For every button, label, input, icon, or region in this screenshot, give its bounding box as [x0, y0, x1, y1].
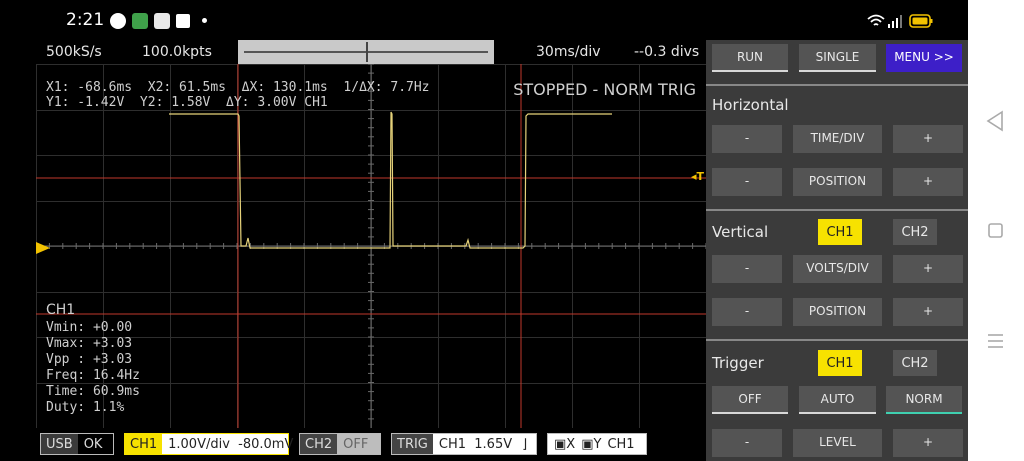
points: 100.0kpts [142, 44, 212, 60]
position-slider[interactable] [238, 40, 494, 64]
status-bar: 2:21 [36, 0, 968, 40]
level-button[interactable]: LEVEL [793, 429, 882, 457]
xy-channel: CH1 [607, 436, 635, 452]
meas-time: Time: 60.9ms [46, 384, 140, 399]
trigger-off-button[interactable]: OFF [712, 386, 788, 414]
time-div-minus-button[interactable]: - [712, 125, 782, 153]
control-panel: RUN SINGLE MENU >> Horizontal - TIME/DIV… [706, 40, 968, 461]
navigation-bar [968, 0, 1024, 461]
scope-screen[interactable]: X1: -68.6ms X2: 61.5ms ΔX: 130.1ms 1/ΔX:… [36, 64, 706, 428]
cursor-x-line: X1: -68.6ms X2: 61.5ms ΔX: 130.1ms 1/ΔX:… [46, 80, 430, 95]
single-button[interactable]: SINGLE [799, 44, 876, 72]
level-minus-button[interactable]: - [712, 429, 782, 457]
trig-status[interactable]: TRIG CH1 1.65V ⌋ [391, 433, 537, 455]
xy-status[interactable]: ▣X ▣Y CH1 [547, 433, 647, 455]
h-position-minus-button[interactable]: - [712, 168, 782, 196]
messenger-icon [110, 13, 126, 29]
acquisition-status: STOPPED - NORM TRIG [513, 80, 696, 99]
trigger-title: Trigger [712, 354, 764, 372]
ch1-tag: CH1 [125, 434, 163, 454]
trigger-auto-button[interactable]: AUTO [799, 386, 876, 414]
app-icon [132, 13, 148, 29]
h-position-button[interactable]: POSITION [793, 168, 882, 196]
divider [706, 84, 968, 86]
meas-vmax: Vmax: +3.03 [46, 336, 133, 351]
time-div-button[interactable]: TIME/DIV [793, 125, 882, 153]
v-position-minus-button[interactable]: - [712, 298, 782, 326]
usb-tag: USB [41, 434, 78, 454]
ch2-status[interactable]: CH2 OFF [299, 433, 381, 455]
trigger-norm-button[interactable]: NORM [886, 386, 962, 414]
vertical-title: Vertical [712, 223, 769, 241]
ch1-status[interactable]: CH1 1.00V/div -80.0mV [124, 433, 293, 455]
trigger-level-marker[interactable]: ◂T [691, 170, 704, 183]
meas-vmin: Vmin: +0.00 [46, 320, 133, 335]
offset-readout: --0.3 divs [634, 44, 700, 60]
battery-icon [909, 14, 933, 28]
x-checkbox[interactable]: ▣X [554, 437, 575, 452]
trigger-ch1-button[interactable]: CH1 [818, 350, 862, 376]
slider-thumb[interactable] [366, 42, 368, 62]
rising-edge-icon: ⌋ [522, 436, 528, 452]
system-icons [866, 12, 936, 30]
vertical-ch1-button[interactable]: CH1 [818, 219, 862, 245]
h-position-plus-button[interactable]: + [893, 168, 963, 196]
wifi-icon [867, 14, 885, 26]
back-icon [986, 110, 1003, 132]
facebook-icon [176, 14, 190, 28]
menu-button[interactable]: MENU >> [886, 44, 962, 72]
app-icon [154, 13, 170, 29]
ch1-trace [169, 111, 612, 249]
usb-value: OK [83, 436, 103, 452]
measurements: CH1 Vmin: +0.00 Vmax: +3.03 Vpp : +3.03 … [46, 302, 140, 416]
sample-rate: 500kS/s [46, 44, 102, 60]
v-position-plus-button[interactable]: + [893, 298, 963, 326]
ch2-value: OFF [343, 436, 369, 452]
time-div-readout: 30ms/div [536, 44, 601, 60]
trig-value: CH1 1.65V [438, 436, 513, 452]
ch1-value: 1.00V/div -80.0mV [168, 436, 294, 452]
divider [706, 339, 968, 341]
clock: 2:21 [66, 10, 105, 30]
ch1-ground-marker[interactable] [36, 242, 50, 254]
signal-icon [888, 15, 902, 28]
divider [706, 209, 968, 211]
run-button[interactable]: RUN [712, 44, 788, 72]
trigger-ch2-button[interactable]: CH2 [893, 350, 937, 376]
y-checkbox[interactable]: ▣Y [581, 437, 601, 452]
volts-div-minus-button[interactable]: - [712, 255, 782, 283]
cursor-readout: X1: -68.6ms X2: 61.5ms ΔX: 130.1ms 1/ΔX:… [46, 80, 430, 110]
meas-channel: CH1 [46, 302, 76, 318]
trig-tag: TRIG [392, 434, 433, 454]
horizontal-title: Horizontal [712, 96, 789, 114]
dot-icon [202, 18, 207, 23]
home-icon [988, 223, 1003, 238]
usb-status: USB OK [40, 433, 114, 455]
volts-div-button[interactable]: VOLTS/DIV [793, 255, 882, 283]
meas-freq: Freq: 16.4Hz [46, 368, 140, 383]
cursor-y-line: Y1: -1.42V Y2: 1.58V ΔY: 3.00V CH1 [46, 95, 328, 110]
time-div-plus-button[interactable]: + [893, 125, 963, 153]
meas-duty: Duty: 1.1% [46, 400, 125, 415]
bottom-status-bar: USB OK CH1 1.00V/div -80.0mV CH2 OFF TRI… [36, 428, 706, 461]
ch2-tag: CH2 [300, 434, 338, 454]
vertical-ch2-button[interactable]: CH2 [893, 219, 937, 245]
meas-vpp: Vpp : +3.03 [46, 352, 133, 367]
recents-icon [988, 334, 1003, 348]
v-position-button[interactable]: POSITION [793, 298, 882, 326]
level-plus-button[interactable]: + [893, 429, 963, 457]
volts-div-plus-button[interactable]: + [893, 255, 963, 283]
